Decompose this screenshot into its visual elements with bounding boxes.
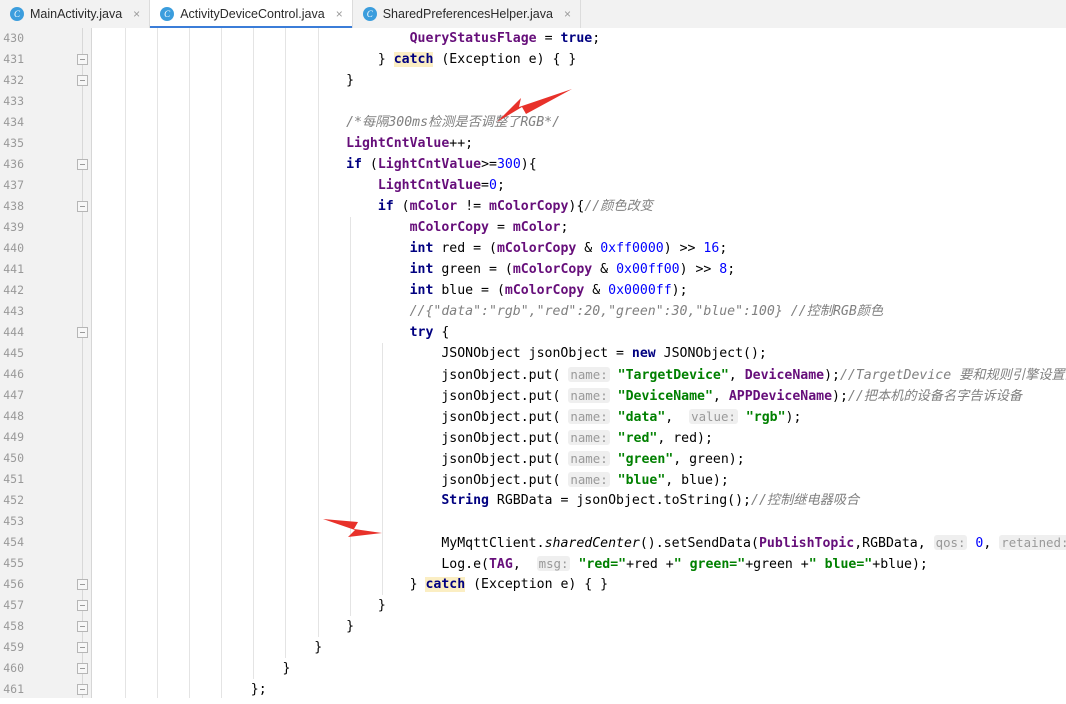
code-line[interactable]: try { — [92, 322, 449, 343]
line-number[interactable]: 459 — [0, 637, 24, 658]
editor-tab-label: MainActivity.java — [30, 7, 122, 21]
line-number[interactable]: 431 — [0, 49, 24, 70]
line-number[interactable]: 444 — [0, 322, 24, 343]
code-fold-toggle[interactable] — [77, 621, 88, 632]
code-fold-toggle[interactable] — [77, 642, 88, 653]
line-number[interactable]: 447 — [0, 385, 24, 406]
editor-tab-label: SharedPreferencesHelper.java — [383, 7, 553, 21]
line-number[interactable]: 451 — [0, 469, 24, 490]
code-fold-toggle[interactable] — [77, 579, 88, 590]
code-line[interactable]: jsonObject.put( name: "DeviceName", APPD… — [92, 385, 1022, 406]
code-line[interactable]: if (mColor != mColorCopy){//颜色改变 — [92, 196, 653, 217]
code-line[interactable]: jsonObject.put( name: "data", value: "rg… — [92, 406, 801, 427]
line-number[interactable]: 445 — [0, 343, 24, 364]
line-number[interactable]: 442 — [0, 280, 24, 301]
code-line[interactable]: /*每隔300ms检测是否调整了RGB*/ — [92, 112, 560, 133]
editor-bottom-edge — [0, 698, 1066, 704]
line-number[interactable]: 454 — [0, 532, 24, 553]
code-line[interactable]: } — [92, 616, 354, 637]
code-fold-toggle[interactable] — [77, 75, 88, 86]
line-number[interactable]: 461 — [0, 679, 24, 700]
java-class-icon: C — [363, 7, 377, 21]
editor-tab-1[interactable]: C ActivityDeviceControl.java × — [150, 0, 353, 28]
code-line[interactable]: jsonObject.put( name: "red", red); — [92, 427, 713, 448]
code-line[interactable]: } catch (Exception e) { } — [92, 574, 608, 595]
code-line[interactable]: LightCntValue=0; — [92, 175, 505, 196]
line-number[interactable]: 430 — [0, 28, 24, 49]
close-icon[interactable]: × — [563, 8, 572, 20]
line-number[interactable]: 433 — [0, 91, 24, 112]
line-number[interactable]: 437 — [0, 175, 24, 196]
line-number[interactable]: 434 — [0, 112, 24, 133]
code-line[interactable]: jsonObject.put( name: "green", green); — [92, 448, 745, 469]
code-line[interactable]: Log.e(TAG, msg: "red="+red +" green="+gr… — [92, 553, 928, 574]
line-number[interactable]: 440 — [0, 238, 24, 259]
line-number[interactable]: 441 — [0, 259, 24, 280]
editor-tab-bar: C MainActivity.java × C ActivityDeviceContro… — [0, 0, 1066, 29]
code-line[interactable]: if (LightCntValue>=300){ — [92, 154, 537, 175]
close-icon[interactable]: × — [335, 8, 344, 20]
line-number[interactable]: 446 — [0, 364, 24, 385]
code-line[interactable]: } catch (Exception e) { } — [92, 49, 576, 70]
line-number[interactable]: 439 — [0, 217, 24, 238]
code-line[interactable]: } — [92, 595, 386, 616]
code-fold-toggle[interactable] — [77, 54, 88, 65]
line-number[interactable]: 450 — [0, 448, 24, 469]
code-fold-toggle[interactable] — [77, 159, 88, 170]
editor-tab-2[interactable]: C SharedPreferencesHelper.java × — [353, 0, 581, 28]
code-line[interactable]: } — [92, 70, 354, 91]
line-number-gutter[interactable]: 4304314324334344354364374384394404414424… — [0, 28, 92, 704]
code-line[interactable]: MyMqttClient.sharedCenter().setSendData(… — [92, 532, 1066, 553]
code-line[interactable]: JSONObject jsonObject = new JSONObject()… — [92, 343, 767, 364]
editor-tab-0[interactable]: C MainActivity.java × — [0, 0, 150, 28]
code-fold-toggle[interactable] — [77, 201, 88, 212]
line-number[interactable]: 458 — [0, 616, 24, 637]
close-icon[interactable]: × — [132, 8, 141, 20]
line-number[interactable]: 455 — [0, 553, 24, 574]
code-line[interactable]: jsonObject.put( name: "blue", blue); — [92, 469, 729, 490]
line-number[interactable]: 443 — [0, 301, 24, 322]
code-fold-toggle[interactable] — [77, 327, 88, 338]
code-line[interactable]: } — [92, 658, 291, 679]
line-number[interactable]: 448 — [0, 406, 24, 427]
arrow-pointing-to-setsenddata — [322, 513, 384, 539]
line-number[interactable]: 432 — [0, 70, 24, 91]
code-line[interactable]: }; — [92, 679, 267, 700]
line-number[interactable]: 436 — [0, 154, 24, 175]
code-line[interactable]: int red = (mColorCopy & 0xff0000) >> 16; — [92, 238, 727, 259]
line-number[interactable]: 438 — [0, 196, 24, 217]
code-line[interactable]: int blue = (mColorCopy & 0x0000ff); — [92, 280, 688, 301]
line-number[interactable]: 449 — [0, 427, 24, 448]
line-number[interactable]: 453 — [0, 511, 24, 532]
line-number[interactable]: 452 — [0, 490, 24, 511]
code-line[interactable]: LightCntValue++; — [92, 133, 473, 154]
code-fold-toggle[interactable] — [77, 663, 88, 674]
code-line[interactable]: mColorCopy = mColor; — [92, 217, 568, 238]
code-line[interactable]: int green = (mColorCopy & 0x00ff00) >> 8… — [92, 259, 735, 280]
code-line[interactable]: } — [92, 637, 322, 658]
line-number[interactable]: 457 — [0, 595, 24, 616]
code-line[interactable]: jsonObject.put( name: "TargetDevice", De… — [92, 364, 1066, 385]
code-line[interactable]: QueryStatusFlage = true; — [92, 28, 600, 49]
code-line[interactable]: //{"data":"rgb","red":20,"green":30,"blu… — [92, 301, 883, 322]
java-class-icon: C — [160, 7, 174, 21]
line-number[interactable]: 435 — [0, 133, 24, 154]
arrow-pointing-to-rgb-comment — [495, 88, 575, 126]
line-number[interactable]: 456 — [0, 574, 24, 595]
editor-window: C MainActivity.java × C ActivityDeviceContro… — [0, 0, 1066, 704]
line-number[interactable]: 460 — [0, 658, 24, 679]
editor-tab-label: ActivityDeviceControl.java — [180, 7, 325, 21]
code-line[interactable]: String RGBData = jsonObject.toString();/… — [92, 490, 859, 511]
code-fold-toggle[interactable] — [77, 684, 88, 695]
code-fold-toggle[interactable] — [77, 600, 88, 611]
code-surface[interactable]: QueryStatusFlage = true; } catch (Except… — [92, 28, 1066, 704]
java-class-icon: C — [10, 7, 24, 21]
code-editor[interactable]: 4304314324334344354364374384394404414424… — [0, 28, 1066, 704]
